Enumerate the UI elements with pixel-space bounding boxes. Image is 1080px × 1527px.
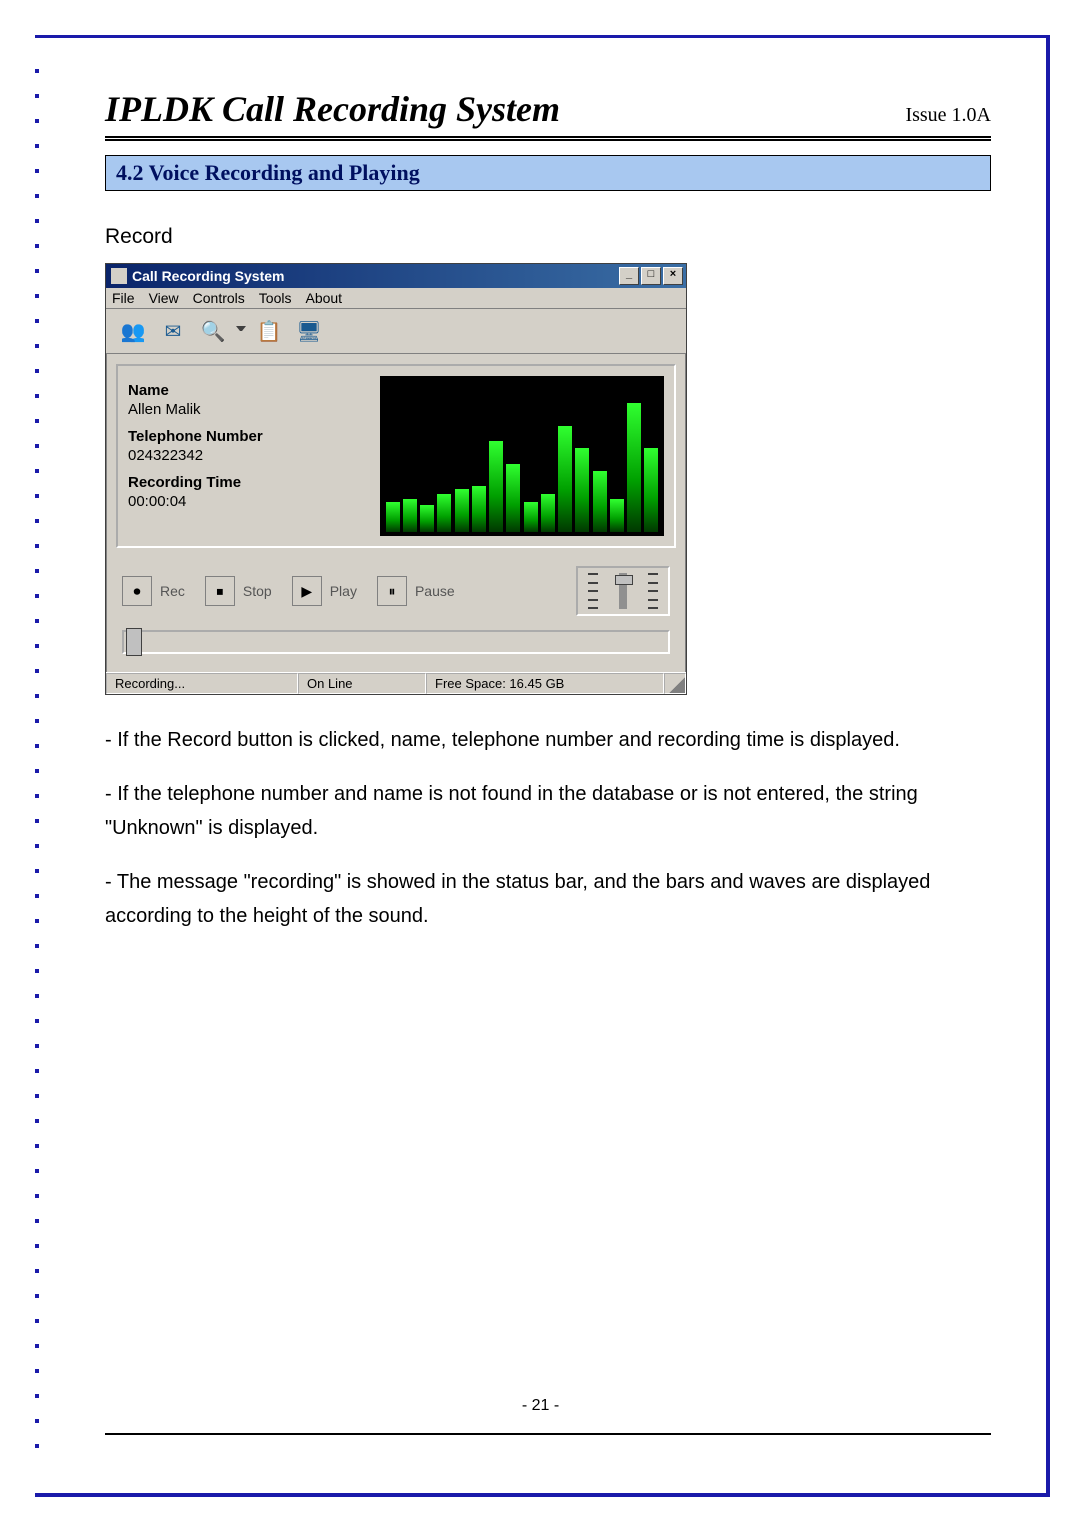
app-window: Call Recording System _ □ × File View Co… bbox=[105, 263, 687, 695]
spectrum-bar bbox=[506, 464, 520, 532]
issue-label: Issue 1.0A bbox=[905, 104, 991, 127]
minimize-button[interactable]: _ bbox=[619, 267, 639, 285]
toolbar: 👥 ✉ 🔍 📋 🖥 bbox=[106, 309, 686, 354]
spectrum-bar bbox=[472, 486, 486, 532]
list-icon[interactable]: 📋 bbox=[252, 314, 286, 348]
seek-bar[interactable] bbox=[122, 630, 670, 654]
play-button[interactable]: ▶ bbox=[292, 576, 322, 606]
left-dotted-border bbox=[35, 48, 41, 1483]
page-number: - 21 - bbox=[35, 1397, 1046, 1415]
spectrum-bar bbox=[420, 505, 434, 532]
spectrum-bar bbox=[489, 441, 503, 532]
search-icon[interactable]: 🔍 bbox=[196, 314, 230, 348]
spectrum-bar bbox=[437, 494, 451, 532]
seek-thumb[interactable] bbox=[126, 628, 142, 656]
menu-view[interactable]: View bbox=[149, 290, 179, 306]
menu-controls[interactable]: Controls bbox=[193, 290, 245, 306]
time-value: 00:00:04 bbox=[128, 493, 368, 510]
maximize-button[interactable]: □ bbox=[641, 267, 661, 285]
rec-label: Rec bbox=[160, 583, 185, 599]
info-panel: Name Allen Malik Telephone Number 024322… bbox=[116, 364, 676, 548]
window-title: Call Recording System bbox=[132, 268, 619, 284]
spectrum-bar bbox=[610, 499, 624, 532]
spectrum-bar bbox=[575, 448, 589, 532]
spectrum-bar bbox=[541, 494, 555, 532]
volume-scale-left bbox=[588, 573, 598, 609]
transport-controls: ⏺ Rec ⏹ Stop ▶ Play ⏸ Pause bbox=[116, 566, 676, 616]
device-icon[interactable]: 🖥 bbox=[292, 314, 326, 348]
status-mid: On Line bbox=[298, 673, 426, 694]
spectrum-bar bbox=[644, 448, 658, 532]
tel-value: 024322342 bbox=[128, 447, 368, 464]
play-label: Play bbox=[330, 583, 357, 599]
spectrum-bar bbox=[403, 499, 417, 532]
name-value: Allen Malik bbox=[128, 401, 368, 418]
stop-label: Stop bbox=[243, 583, 272, 599]
footer-rule bbox=[105, 1433, 991, 1435]
header-rule bbox=[105, 136, 991, 141]
pause-button[interactable]: ⏸ bbox=[377, 576, 407, 606]
section-heading: 4.2 Voice Recording and Playing bbox=[105, 155, 991, 191]
paragraph-2: - If the telephone number and name is no… bbox=[105, 777, 991, 845]
close-button[interactable]: × bbox=[663, 267, 683, 285]
menu-tools[interactable]: Tools bbox=[259, 290, 292, 306]
resize-grip[interactable] bbox=[664, 673, 686, 694]
menu-file[interactable]: File bbox=[112, 290, 135, 306]
spectrum-bar bbox=[524, 502, 538, 532]
spectrum-bar bbox=[455, 489, 469, 532]
spectrum-bar bbox=[627, 403, 641, 532]
dropdown-icon[interactable] bbox=[236, 326, 246, 336]
spectrum-bar bbox=[593, 471, 607, 532]
menubar: File View Controls Tools About bbox=[106, 288, 686, 309]
paragraph-1: - If the Record button is clicked, name,… bbox=[105, 723, 991, 757]
mail-icon[interactable]: ✉ bbox=[156, 314, 190, 348]
document-title: IPLDK Call Recording System bbox=[105, 88, 560, 130]
volume-scale-right bbox=[648, 573, 658, 609]
spectrum-visualizer bbox=[380, 376, 664, 536]
subheading: Record bbox=[105, 225, 991, 249]
status-left: Recording... bbox=[106, 673, 298, 694]
spectrum-bar bbox=[386, 502, 400, 532]
spectrum-bar bbox=[558, 426, 572, 532]
menu-about[interactable]: About bbox=[305, 290, 342, 306]
tel-label: Telephone Number bbox=[128, 428, 368, 445]
paragraph-3: - The message "recording" is showed in t… bbox=[105, 865, 991, 933]
time-label: Recording Time bbox=[128, 474, 368, 491]
pause-label: Pause bbox=[415, 583, 455, 599]
titlebar: Call Recording System _ □ × bbox=[106, 264, 686, 288]
status-right: Free Space: 16.45 GB bbox=[426, 673, 664, 694]
app-icon bbox=[111, 268, 127, 284]
volume-slider[interactable] bbox=[619, 573, 627, 609]
volume-box bbox=[576, 566, 670, 616]
rec-button[interactable]: ⏺ bbox=[122, 576, 152, 606]
stop-button[interactable]: ⏹ bbox=[205, 576, 235, 606]
statusbar: Recording... On Line Free Space: 16.45 G… bbox=[106, 672, 686, 694]
name-label: Name bbox=[128, 382, 368, 399]
users-icon[interactable]: 👥 bbox=[116, 314, 150, 348]
